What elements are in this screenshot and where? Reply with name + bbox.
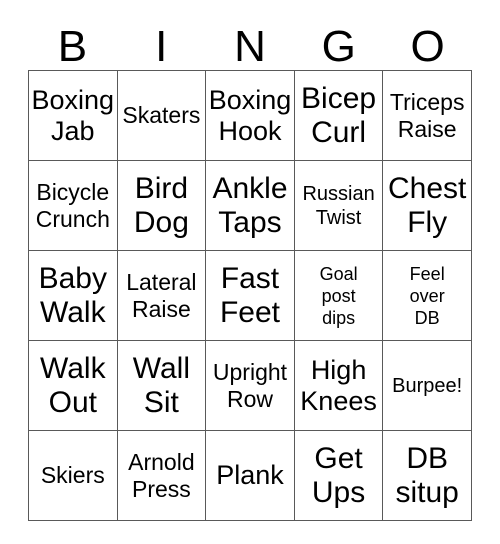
bingo-cell[interactable]: DB situp [382,430,472,521]
header-letter-i: I [155,22,168,71]
bingo-cell[interactable]: Walk Out [28,340,118,431]
bingo-cell[interactable]: Arnold Press [116,430,207,521]
bingo-cell-label: Bird Dog [133,171,189,239]
bingo-cell[interactable]: Goal post dips [293,250,384,341]
bingo-cell-label: Triceps Raise [389,88,465,142]
bingo-cell-label: Skaters [122,102,201,128]
bingo-cell-label: Upright Row [212,358,288,412]
bingo-cell-label: Wall Sit [132,351,190,419]
header-letter-n: N [234,22,266,71]
bingo-cell[interactable]: Bicep Curl [293,70,384,161]
bingo-cell[interactable]: Bicycle Crunch [28,160,118,251]
bingo-cell[interactable]: High Knees [293,340,384,431]
bingo-cell[interactable]: Lateral Raise [116,250,207,341]
bingo-cell-label: Boxing Hook [208,84,292,146]
bingo-cell-label: Walk Out [40,351,106,419]
bingo-cell[interactable]: Get Ups [293,430,384,521]
bingo-cell[interactable]: Bird Dog [116,160,207,251]
bingo-cell[interactable]: Boxing Jab [28,70,118,161]
bingo-cell-label: Ankle Taps [212,171,288,239]
bingo-cell-label: Goal post dips [319,263,358,328]
bingo-cell[interactable]: Burpee! [382,340,472,431]
bingo-cell-label: Bicep Curl [301,81,377,149]
bingo-card: B I N G O Boxing Jab Skaters Boxing Hook… [28,8,472,521]
bingo-cell[interactable]: Skiers [28,430,118,521]
bingo-cell-label: DB situp [395,441,459,509]
bingo-cell[interactable]: Wall Sit [116,340,207,431]
bingo-cell[interactable]: Fast Feet [205,250,295,341]
bingo-cell[interactable]: Feel over DB [382,250,472,341]
bingo-cell-label: Bicycle Crunch [35,178,110,232]
bingo-row: Walk Out Wall Sit Upright Row High Knees… [28,340,472,431]
bingo-header-row: B I N G O [28,8,472,70]
bingo-cell-label: Baby Walk [38,261,107,329]
bingo-cell-label: Burpee! [392,374,463,397]
bingo-cell-label: Feel over DB [409,263,445,328]
bingo-cell-label: Skiers [40,462,105,488]
bingo-cell[interactable]: Boxing Hook [205,70,295,161]
header-letter-b: B [57,22,88,71]
bingo-cell-label: Chest Fly [388,171,467,239]
bingo-cell[interactable]: Skaters [116,70,207,161]
bingo-cell[interactable]: Upright Row [205,340,295,431]
bingo-cell[interactable]: Triceps Raise [382,70,472,161]
bingo-row: Baby Walk Lateral Raise Fast Feet Goal p… [28,250,472,341]
bingo-row: Boxing Jab Skaters Boxing Hook Bicep Cur… [28,70,472,161]
bingo-cell-label: Lateral Raise [126,268,197,322]
bingo-cell-label: Russian Twist [302,182,375,229]
bingo-cell[interactable]: Baby Walk [28,250,118,341]
bingo-cell-label: Arnold Press [128,448,195,502]
bingo-cell-label: Plank [216,460,284,490]
header-letter-g: G [321,22,356,71]
bingo-cell-label: Boxing Jab [31,84,115,146]
bingo-cell-label: Fast Feet [219,261,280,329]
bingo-cell[interactable]: Chest Fly [382,160,472,251]
bingo-cell[interactable]: Plank [205,430,295,521]
bingo-cell[interactable]: Ankle Taps [205,160,295,251]
bingo-row: Skiers Arnold Press Plank Get Ups DB sit… [28,430,472,521]
bingo-cell-label: Get Ups [311,441,366,509]
bingo-cell-label: High Knees [300,354,377,416]
header-letter-o: O [410,22,445,71]
bingo-grid: Boxing Jab Skaters Boxing Hook Bicep Cur… [28,70,472,521]
bingo-cell[interactable]: Russian Twist [293,160,384,251]
bingo-row: Bicycle Crunch Bird Dog Ankle Taps Russi… [28,160,472,251]
